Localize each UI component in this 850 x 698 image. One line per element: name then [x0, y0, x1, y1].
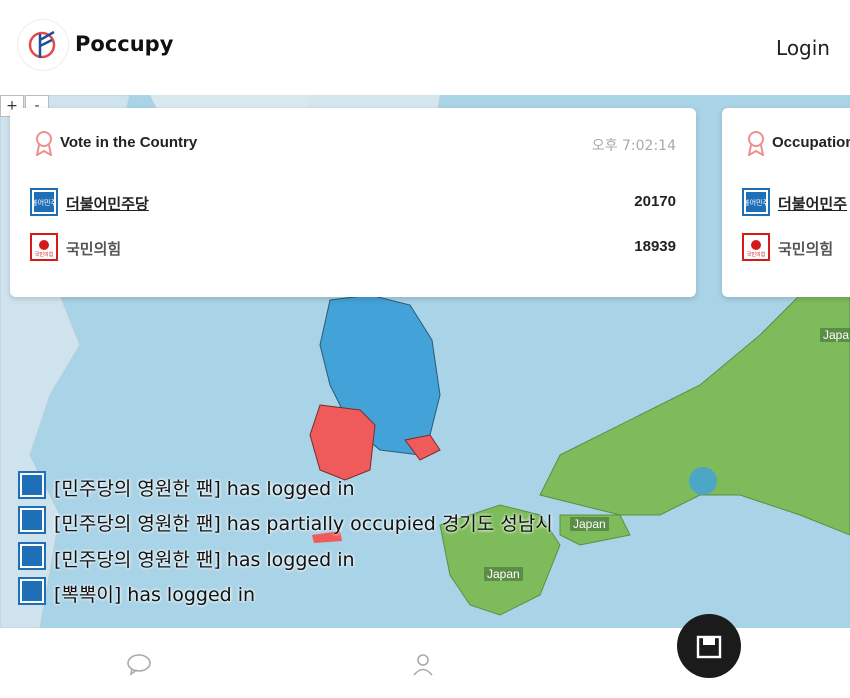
award-icon: [747, 131, 765, 156]
democratic-party-logo-icon: [18, 471, 46, 499]
svg-text:국민의힘: 국민의힘: [35, 251, 53, 258]
democratic-party-logo-icon: [18, 577, 46, 605]
log-text: [민주당의 영원한 팬] has partially occupied 경기도 …: [54, 513, 553, 535]
party-name: 더불어민주: [778, 195, 848, 213]
map-label-japan: Japa: [820, 328, 850, 342]
south-korea-red-region: [309, 404, 376, 481]
log-text: [민주당의 영원한 팬] has logged in: [54, 549, 355, 571]
svg-text:더불어민주당: 더불어민주당: [32, 198, 56, 207]
occupation-card: Occupation 더불어민주당 더불어민주 국민의힘 국민의힘: [722, 108, 850, 297]
democratic-logo-mark: [22, 510, 42, 530]
bottom-nav: [0, 614, 850, 698]
card-title: Vote in the Country: [60, 134, 198, 151]
democratic-party-logo-icon: 더불어민주당: [25, 188, 64, 216]
party-votes: 20170: [634, 193, 676, 210]
party-name: 더불어민주당: [66, 195, 149, 213]
user-icon[interactable]: [411, 652, 435, 676]
log-item: [민주당의 영원한 팬] has logged in: [18, 471, 778, 501]
party-row-ppp[interactable]: 국민의힘 국민의힘 18939: [30, 233, 676, 263]
democratic-logo-mark: [22, 475, 42, 495]
award-icon: [35, 131, 53, 156]
box-icon: [696, 635, 722, 659]
log-item: [민주당의 영원한 팬] has logged in: [18, 542, 778, 572]
southeast-red-region: [404, 434, 441, 461]
party-row-democratic[interactable]: 더불어민주당 더불어민주: [737, 188, 850, 218]
democratic-logo-mark: [22, 546, 42, 566]
party-row-democratic[interactable]: 더불어민주당 더불어민주당 20170: [25, 188, 676, 218]
svg-text:더불어민주당: 더불어민주당: [744, 198, 768, 207]
ppp-party-logo-icon: 국민의힘: [742, 233, 770, 261]
vote-country-card: Vote in the Country 오후 7:02:14 더불어민주당 더불…: [10, 108, 696, 297]
header: Poccupy Login: [0, 0, 850, 95]
svg-text:국민의힘: 국민의힘: [747, 251, 765, 258]
login-button[interactable]: Login: [776, 36, 830, 60]
app-root: Poccupy Login + - Japan Japan Japa Vote …: [0, 0, 850, 698]
democratic-logo-mark: [22, 581, 42, 601]
log-item: [뽁뽁이] has logged in: [18, 577, 778, 607]
democratic-logo-mark: 더불어민주당: [737, 192, 776, 212]
chat-icon[interactable]: [126, 652, 152, 676]
log-item: [민주당의 영원한 팬] has partially occupied 경기도 …: [18, 506, 778, 536]
party-row-ppp[interactable]: 국민의힘 국민의힘: [742, 233, 850, 263]
party-name: 국민의힘: [66, 240, 122, 258]
party-name: 국민의힘: [778, 240, 834, 258]
poccupy-logo-icon[interactable]: [18, 20, 68, 70]
ppp-logo-mark: 국민의힘: [747, 240, 765, 258]
box-fab-button[interactable]: [677, 614, 741, 678]
app-name: Poccupy: [75, 32, 174, 56]
party-votes: 18939: [634, 238, 676, 255]
log-text: [뽁뽁이] has logged in: [54, 584, 256, 606]
card-title: Occupation: [772, 134, 850, 151]
democratic-party-logo-icon: 더불어민주당: [737, 188, 776, 216]
democratic-party-logo-icon: [18, 542, 46, 570]
card-timestamp: 오후 7:02:14: [591, 138, 676, 154]
log-text: [민주당의 영원한 팬] has logged in: [54, 478, 355, 500]
ppp-party-logo-icon: 국민의힘: [30, 233, 58, 261]
democratic-logo-mark: 더불어민주당: [25, 192, 64, 212]
democratic-party-logo-icon: [18, 506, 46, 534]
ppp-logo-mark: 국민의힘: [35, 240, 53, 258]
